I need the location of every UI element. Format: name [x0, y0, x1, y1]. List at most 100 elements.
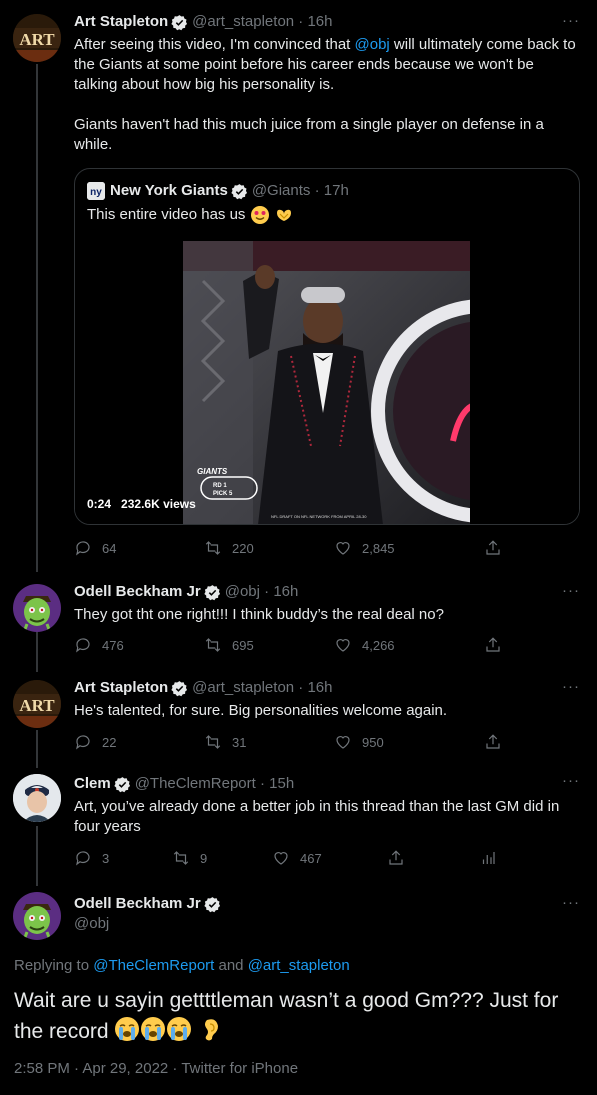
more-icon[interactable]: ···	[561, 13, 581, 34]
reply-icon	[76, 638, 90, 653]
video-caption-text: NFL DRAFT ON NFL NETWORK FROM APRIL 28-3…	[271, 514, 367, 519]
video-thumbnail[interactable]: GIANTS RD 1 PICK 5 NFL DRAFT ON NFL NETW…	[183, 241, 470, 524]
verified-icon	[171, 14, 188, 30]
verified-icon	[204, 896, 220, 912]
quoted-author-name[interactable]: New York Giants	[110, 181, 228, 201]
more-icon[interactable]: ···	[561, 679, 581, 700]
like-button[interactable]: 950	[334, 733, 484, 751]
retweet-button[interactable]: 220	[204, 539, 334, 557]
retweet-count: 695	[232, 637, 254, 653]
share-icon	[486, 540, 500, 555]
smiling-face-with-heart-eyes-emoji-icon	[250, 206, 269, 225]
quoted-author-handle[interactable]: @Giants	[252, 181, 311, 201]
heart-icon	[336, 736, 350, 749]
tweet-odell-beckham-1[interactable]: Odell Beckham Jr @obj · 16h They got tht…	[0, 572, 597, 670]
like-button[interactable]: 467	[272, 849, 387, 867]
tweet-text: He's talented, for sure. Big personaliti…	[74, 702, 448, 719]
video-duration: 0:24	[87, 497, 112, 511]
tweet-text: After seeing this video, I'm convinced t…	[74, 36, 355, 53]
reply-button[interactable]: 476	[74, 636, 204, 654]
reply-button[interactable]: 22	[74, 733, 204, 751]
quoted-tweet[interactable]: ny New York Giants @Giants · 17h This en…	[74, 168, 580, 525]
analytics-button[interactable]	[479, 849, 507, 867]
like-count: 2,845	[362, 540, 395, 556]
analytics-icon	[482, 852, 495, 864]
verified-icon	[231, 183, 247, 199]
more-icon[interactable]: ···	[561, 583, 581, 604]
tweet-clem[interactable]: Clem @TheClemReport · 15h Art, you’ve al…	[0, 766, 597, 886]
author-handle[interactable]: @art_stapleton	[192, 12, 294, 32]
author-handle[interactable]: @TheClemReport	[135, 774, 256, 794]
reply-button[interactable]: 3	[74, 849, 172, 867]
share-button[interactable]	[484, 636, 512, 654]
retweet-count: 9	[200, 850, 208, 866]
giants-brand-text: GIANTS	[197, 467, 228, 476]
reply-mention-1[interactable]: @TheClemReport	[93, 957, 214, 974]
tweet-art-stapleton-1[interactable]: ART Art Stapleton @art_stapleton · 16h A…	[0, 0, 597, 572]
share-button[interactable]	[484, 539, 512, 557]
tweet-time[interactable]: 16h	[307, 12, 332, 32]
author-handle[interactable]: @obj	[74, 914, 581, 934]
focused-tweet[interactable]: Odell Beckham Jr @obj ··· Replying to @T…	[0, 886, 597, 1095]
heart-icon	[336, 639, 350, 652]
tweet-time[interactable]: 16h	[273, 582, 298, 602]
more-icon[interactable]: ···	[561, 773, 581, 794]
reply-count: 64	[102, 540, 117, 556]
giants-logo-icon: ny	[87, 182, 105, 200]
video-views: 232.6K views	[121, 497, 196, 511]
avatar[interactable]: ART	[13, 680, 61, 728]
tweet-timestamp[interactable]: 2:58 PM · Apr 29, 2022 · Twitter for iPh…	[14, 1059, 298, 1079]
more-icon[interactable]: ···	[561, 895, 581, 916]
video-player[interactable]: GIANTS RD 1 PICK 5 NFL DRAFT ON NFL NETW…	[75, 229, 579, 524]
retweet-count: 220	[232, 540, 254, 556]
retweet-icon	[205, 638, 221, 652]
heart-icon	[336, 542, 350, 555]
reply-mention-2[interactable]: @art_stapleton	[248, 957, 350, 974]
like-count: 4,266	[362, 637, 395, 653]
reply-count: 3	[102, 850, 110, 866]
retweet-button[interactable]: 9	[172, 849, 272, 867]
tweet-time[interactable]: 16h	[307, 678, 332, 698]
share-icon	[486, 734, 500, 749]
tweet-time[interactable]: 15h	[269, 774, 294, 794]
author-handle[interactable]: @obj	[225, 582, 260, 602]
heart-hands-emoji-icon	[276, 209, 291, 222]
share-icon	[486, 637, 500, 652]
loudly-crying-face-emoji-icon	[167, 1017, 192, 1041]
retweet-icon	[173, 851, 189, 865]
quoted-tweet-time[interactable]: 17h	[324, 181, 349, 201]
like-button[interactable]: 4,266	[334, 636, 484, 654]
author-name[interactable]: Art Stapleton	[74, 12, 168, 32]
retweet-button[interactable]: 695	[204, 636, 334, 654]
verified-icon	[114, 776, 130, 792]
author-name[interactable]: Odell Beckham Jr	[74, 582, 201, 602]
avatar[interactable]	[13, 892, 61, 940]
svg-text:ART: ART	[19, 696, 55, 715]
reply-count: 476	[102, 637, 124, 653]
author-name[interactable]: Clem	[74, 774, 111, 794]
quoted-tweet-text: This entire video has us	[87, 206, 246, 223]
mention-link[interactable]: @obj	[355, 36, 390, 53]
share-button[interactable]	[387, 849, 479, 867]
author-name[interactable]: Odell Beckham Jr	[74, 894, 201, 914]
author-handle[interactable]: @art_stapleton	[192, 678, 294, 698]
avatar[interactable]	[13, 584, 61, 632]
tweet-art-stapleton-2[interactable]: ART Art Stapleton @art_stapleton · 16h H…	[0, 670, 597, 766]
svg-text:ART: ART	[19, 30, 55, 49]
tweet-text: Art, you’ve already done a better job in…	[74, 798, 560, 835]
reply-icon	[76, 541, 90, 556]
tweet-text-2: Giants haven't had this much juice from …	[74, 116, 544, 153]
loudly-crying-face-emoji-icon	[115, 1017, 140, 1041]
avatar[interactable]: ART	[13, 14, 61, 62]
retweet-button[interactable]: 31	[204, 733, 334, 751]
avatar[interactable]	[13, 774, 61, 822]
retweet-count: 31	[232, 734, 247, 750]
reply-button[interactable]: 64	[74, 539, 204, 557]
replying-label: Replying to	[14, 957, 94, 974]
tweet-text: They got tht one right!!! I think buddy’…	[74, 606, 444, 623]
like-button[interactable]: 2,845	[334, 539, 484, 557]
ear-emoji-icon	[205, 1019, 219, 1041]
svg-text:ny: ny	[90, 187, 102, 198]
share-button[interactable]	[484, 733, 512, 751]
author-name[interactable]: Art Stapleton	[74, 678, 168, 698]
